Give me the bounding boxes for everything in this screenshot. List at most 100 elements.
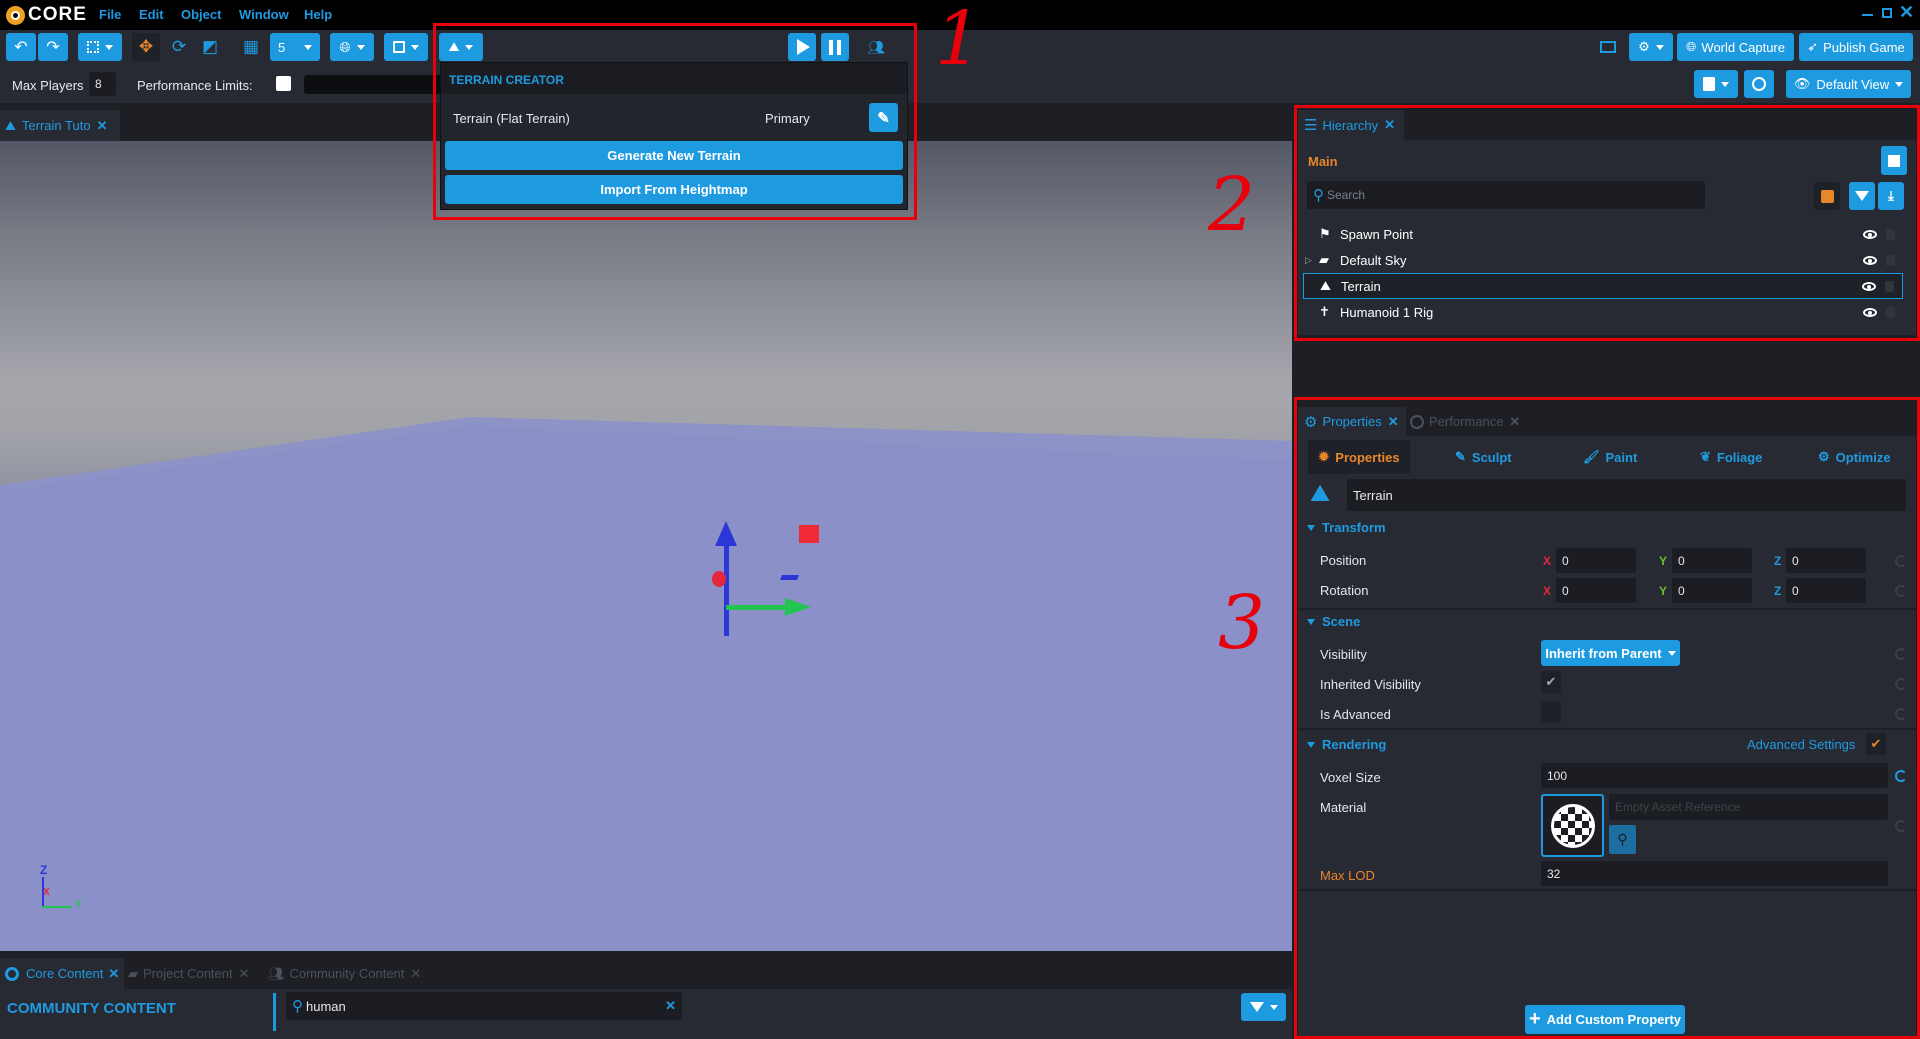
gizmo-x-handle[interactable] (712, 571, 726, 587)
close-tab-icon[interactable]: ✕ (1388, 414, 1399, 430)
reset-material-icon[interactable] (1895, 820, 1907, 832)
reset-position-icon[interactable] (1895, 555, 1907, 567)
add-custom-property-button[interactable]: + Add Custom Property (1525, 1005, 1685, 1034)
lock-icon[interactable] (1885, 280, 1894, 292)
menu-object[interactable]: Object (181, 7, 221, 22)
gizmo-y-arrow[interactable] (726, 605, 789, 610)
move-tool-button[interactable]: ✥ (132, 33, 160, 61)
voxel-size-input[interactable]: 100 (1541, 763, 1888, 788)
position-y-input[interactable]: 0 (1672, 548, 1752, 573)
close-window-button[interactable]: ✕ (1899, 2, 1914, 23)
tab-project-content[interactable]: ▰ Project Content ✕ (128, 958, 250, 989)
subtab-properties[interactable]: ✹ Properties (1308, 440, 1410, 474)
generate-new-terrain-button[interactable]: Generate New Terrain (445, 141, 903, 170)
is-advanced-checkbox[interactable] (1541, 701, 1561, 723)
expand-arrow-icon[interactable]: ▷ (1305, 255, 1312, 266)
minimize-button[interactable] (1862, 14, 1873, 16)
close-tab-icon[interactable]: ✕ (239, 966, 250, 982)
locate-asset-button[interactable]: ⚲ (1609, 825, 1636, 854)
publish-game-button[interactable]: ➶ Publish Game (1799, 33, 1913, 61)
visibility-eye-icon[interactable] (1863, 307, 1877, 317)
hierarchy-item[interactable]: ▷ ▰ Default Sky (1303, 247, 1903, 273)
restore-button[interactable] (1882, 8, 1892, 18)
rotate-tool-button[interactable]: ⟳ (165, 33, 193, 61)
reset-voxel-size-icon[interactable] (1895, 770, 1907, 782)
inherited-visibility-checkbox[interactable]: ✔ (1541, 671, 1561, 693)
multiplayer-preview-button[interactable]: 👥︎ (862, 33, 890, 61)
gizmo-xz-plane-handle[interactable] (799, 525, 819, 543)
visibility-eye-icon[interactable] (1863, 255, 1877, 265)
save-dropdown[interactable] (1694, 70, 1738, 98)
hierarchy-item[interactable]: ⚑ Spawn Point (1303, 221, 1903, 247)
tab-community-content[interactable]: 👥︎ Community Content ✕ (268, 958, 421, 989)
rotation-x-input[interactable]: 0 (1556, 578, 1636, 603)
filter-button[interactable] (1849, 182, 1875, 210)
close-tab-icon[interactable]: ✕ (108, 966, 119, 982)
screen-mode-button[interactable] (1594, 33, 1622, 61)
material-asset-input[interactable]: Empty Asset Reference (1609, 794, 1888, 820)
reset-visibility-icon[interactable] (1895, 648, 1907, 660)
visibility-dropdown[interactable]: Inherit from Parent (1541, 640, 1680, 666)
transform-section-header[interactable]: Transform (1307, 520, 1386, 535)
reset-is-advanced-icon[interactable] (1895, 708, 1907, 720)
new-scene-button[interactable] (1881, 146, 1907, 175)
gizmo-z-arrow[interactable] (724, 541, 729, 636)
visibility-eye-icon[interactable] (1862, 281, 1876, 291)
subtab-foliage[interactable]: ❦ Foliage (1700, 440, 1762, 474)
redo-button[interactable]: ↷ (38, 33, 68, 61)
lock-icon[interactable] (1886, 254, 1895, 266)
reset-rotation-icon[interactable] (1895, 585, 1907, 597)
content-filter-dropdown[interactable] (1241, 993, 1286, 1021)
tab-performance[interactable]: Performance ✕ (1410, 407, 1530, 436)
undo-button[interactable]: ↶ (6, 33, 36, 61)
close-tab-icon[interactable]: ✕ (97, 118, 108, 134)
hierarchy-search-input[interactable]: ⚲ Search (1307, 181, 1705, 209)
menu-file[interactable]: File (99, 7, 121, 22)
material-thumbnail[interactable] (1541, 794, 1604, 857)
tab-hierarchy[interactable]: ☰ Hierarchy ✕ (1298, 110, 1404, 140)
3d-viewport[interactable]: Z X Y (0, 141, 1292, 951)
camera-settings-dropdown[interactable]: ⚙ (1629, 33, 1673, 61)
script-dropdown[interactable] (384, 33, 428, 61)
grid-size-dropdown[interactable]: 5 (270, 33, 320, 61)
collapse-all-button[interactable]: ⤓ (1878, 182, 1904, 210)
grid-toggle-button[interactable]: ▦ (237, 33, 265, 61)
menu-edit[interactable]: Edit (139, 7, 164, 22)
gizmo-yz-plane-handle[interactable] (780, 575, 799, 580)
menu-window[interactable]: Window (239, 7, 289, 22)
position-z-input[interactable]: 0 (1786, 548, 1866, 573)
default-view-dropdown[interactable]: 👁︎ Default View (1786, 70, 1911, 98)
tab-core-content[interactable]: Core Content ✕ (0, 958, 124, 989)
object-name-input[interactable]: Terrain (1347, 479, 1906, 511)
subtab-optimize[interactable]: ⚙ Optimize (1818, 440, 1891, 474)
clear-search-icon[interactable]: ✕ (665, 998, 676, 1014)
performance-button[interactable] (1744, 70, 1774, 98)
advanced-settings-checkbox[interactable]: ✔ (1866, 733, 1886, 755)
max-players-input[interactable]: 8 (89, 72, 116, 96)
tab-properties[interactable]: ⚙ Properties ✕ (1298, 407, 1406, 436)
selection-mode-button[interactable] (78, 33, 122, 61)
play-button[interactable] (788, 33, 816, 61)
reset-inherited-visibility-icon[interactable] (1895, 678, 1907, 690)
pause-button[interactable] (821, 33, 849, 61)
position-x-input[interactable]: 0 (1556, 548, 1636, 573)
subtab-sculpt[interactable]: ✎ Sculpt (1455, 440, 1512, 474)
hierarchy-item[interactable]: ✝ Humanoid 1 Rig (1303, 299, 1903, 325)
package-button[interactable] (1814, 182, 1840, 210)
tab-terrain-tuto[interactable]: ⛰ Terrain Tuto ✕ (0, 110, 120, 141)
close-tab-icon[interactable]: ✕ (1509, 414, 1520, 430)
subtab-paint[interactable]: 🖌︎ Paint (1583, 440, 1637, 474)
rendering-section-header[interactable]: Rendering (1307, 737, 1386, 752)
lock-icon[interactable] (1886, 306, 1895, 318)
max-lod-input[interactable]: 32 (1541, 861, 1888, 886)
rotation-y-input[interactable]: 0 (1672, 578, 1752, 603)
close-tab-icon[interactable]: ✕ (1384, 117, 1395, 133)
scene-section-header[interactable]: Scene (1307, 614, 1360, 629)
menu-help[interactable]: Help (304, 7, 332, 22)
close-tab-icon[interactable]: ✕ (410, 966, 421, 982)
lock-icon[interactable] (1886, 228, 1895, 240)
world-space-dropdown[interactable]: 🌐︎ (330, 33, 374, 61)
import-heightmap-button[interactable]: Import From Heightmap (445, 175, 903, 204)
visibility-eye-icon[interactable] (1863, 229, 1877, 239)
scale-tool-button[interactable]: ◩ (196, 33, 224, 61)
